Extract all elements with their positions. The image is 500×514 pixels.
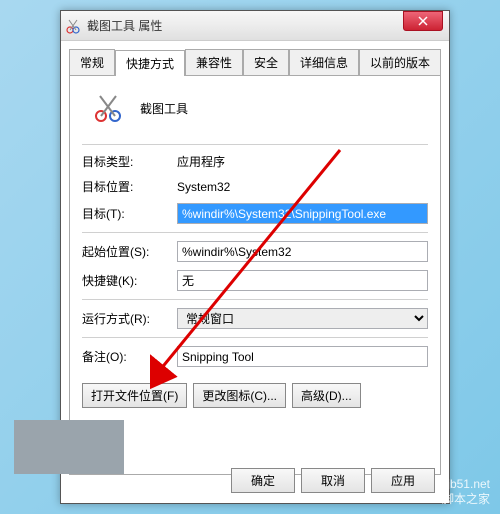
row-comment: 备注(O):	[82, 346, 428, 367]
row-target-type: 目标类型: 应用程序	[82, 153, 428, 170]
tab-security[interactable]: 安全	[243, 49, 289, 75]
input-start-in[interactable]	[177, 241, 428, 262]
input-comment[interactable]	[177, 346, 428, 367]
app-icon	[65, 18, 81, 34]
dialog-buttons: 确定 取消 应用	[231, 468, 435, 493]
close-icon	[418, 16, 428, 26]
window-title: 截图工具 属性	[87, 17, 445, 34]
row-target: 目标(T):	[82, 203, 428, 224]
change-icon-button[interactable]: 更改图标(C)...	[193, 383, 286, 408]
input-shortcut-key[interactable]	[177, 270, 428, 291]
row-shortcut-key: 快捷键(K):	[82, 270, 428, 291]
divider	[82, 337, 428, 338]
select-run[interactable]: 常规窗口	[177, 308, 428, 329]
divider	[82, 232, 428, 233]
shortcut-panel: 截图工具 目标类型: 应用程序 目标位置: System32 目标(T): 起始…	[69, 75, 441, 475]
input-target[interactable]	[177, 203, 428, 224]
open-location-button[interactable]: 打开文件位置(F)	[82, 383, 187, 408]
tab-shortcut[interactable]: 快捷方式	[115, 50, 185, 76]
apply-button[interactable]: 应用	[371, 468, 435, 493]
value-target-loc: System32	[177, 180, 428, 194]
tab-previous[interactable]: 以前的版本	[359, 49, 441, 75]
watermark-name: 脚本之家	[442, 492, 490, 508]
label-target-loc: 目标位置:	[82, 178, 177, 195]
tab-general[interactable]: 常规	[69, 49, 115, 75]
row-run: 运行方式(R): 常规窗口	[82, 308, 428, 329]
watermark-url: jb51.net	[442, 477, 490, 493]
titlebar: 截图工具 属性	[61, 11, 449, 41]
label-run: 运行方式(R):	[82, 310, 177, 327]
app-header: 截图工具	[82, 88, 428, 138]
divider	[82, 299, 428, 300]
app-name: 截图工具	[140, 100, 188, 117]
close-button[interactable]	[403, 11, 443, 31]
divider	[82, 144, 428, 145]
label-target: 目标(T):	[82, 205, 177, 222]
ok-button[interactable]: 确定	[231, 468, 295, 493]
row-target-loc: 目标位置: System32	[82, 178, 428, 195]
tab-strip: 常规 快捷方式 兼容性 安全 详细信息 以前的版本	[61, 41, 449, 75]
row-start-in: 起始位置(S):	[82, 241, 428, 262]
label-comment: 备注(O):	[82, 348, 177, 365]
label-shortcut-key: 快捷键(K):	[82, 272, 177, 289]
action-buttons: 打开文件位置(F) 更改图标(C)... 高级(D)...	[82, 383, 428, 408]
tab-details[interactable]: 详细信息	[289, 49, 359, 75]
advanced-button[interactable]: 高级(D)...	[292, 383, 361, 408]
scissors-icon	[92, 92, 124, 124]
value-target-type: 应用程序	[177, 153, 428, 170]
gray-overlay	[14, 420, 124, 474]
watermark: jb51.net 脚本之家	[442, 477, 490, 508]
label-start-in: 起始位置(S):	[82, 243, 177, 260]
label-target-type: 目标类型:	[82, 153, 177, 170]
tab-compat[interactable]: 兼容性	[185, 49, 243, 75]
cancel-button[interactable]: 取消	[301, 468, 365, 493]
